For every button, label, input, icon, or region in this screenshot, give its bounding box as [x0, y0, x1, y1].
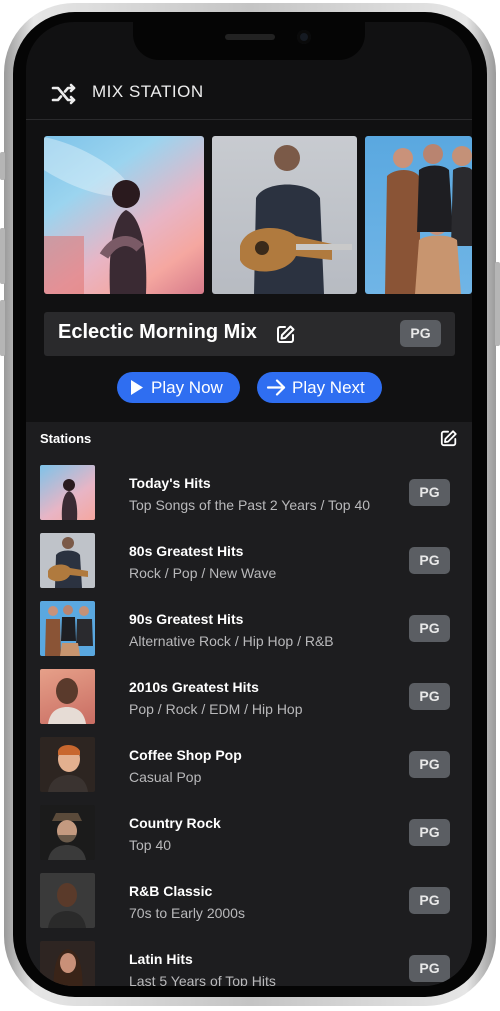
mix-title: Eclectic Morning Mix	[58, 321, 257, 343]
station-thumbnail	[40, 533, 95, 588]
artist-photo	[48, 883, 86, 928]
mix-title-bar: Eclectic Morning Mix PG	[44, 312, 455, 356]
station-name: R&B Classic	[129, 883, 213, 899]
station-row[interactable]: Country Rock Top 40 PG	[26, 805, 472, 873]
station-subtitle: Top 40	[129, 837, 172, 853]
album-art-2[interactable]	[212, 136, 357, 294]
artist-photo	[45, 605, 93, 656]
artist-photo	[44, 136, 147, 294]
station-name: Latin Hits	[129, 951, 193, 967]
station-row[interactable]: Latin Hits Last 5 Years of Top Hits PG	[26, 941, 472, 986]
station-name: 2010s Greatest Hits	[129, 679, 259, 695]
rating-badge: PG	[409, 683, 450, 710]
stations-heading: Stations	[40, 431, 92, 446]
station-name: Country Rock	[129, 815, 221, 831]
station-thumbnail	[40, 669, 95, 724]
arrow-right-icon	[266, 379, 286, 396]
artist-photo	[61, 479, 78, 520]
rating-badge: PG	[409, 615, 450, 642]
play-now-label: Play Now	[151, 378, 223, 397]
artist-photo	[48, 813, 86, 860]
play-icon	[131, 380, 143, 395]
app-title: MIX STATION	[92, 82, 204, 101]
artist-photo	[48, 537, 88, 588]
artist-photo	[385, 144, 472, 294]
play-now-button[interactable]: Play Now	[117, 372, 240, 403]
station-subtitle: Pop / Rock / EDM / Hip Hop	[129, 701, 303, 717]
volume-down-button	[0, 300, 5, 356]
station-thumbnail	[40, 873, 95, 928]
station-subtitle: Top Songs of the Past 2 Years / Top 40	[129, 497, 371, 513]
station-subtitle: Alternative Rock / Hip Hop / R&B	[129, 633, 334, 649]
edit-icon[interactable]	[440, 429, 458, 447]
app-header: MIX STATION	[26, 68, 472, 122]
station-thumbnail	[40, 941, 95, 986]
album-art-3[interactable]	[365, 136, 472, 294]
play-next-button[interactable]: Play Next	[257, 372, 382, 403]
artist-photo	[240, 145, 352, 294]
rating-badge: PG	[400, 320, 441, 347]
station-thumbnail	[40, 601, 95, 656]
rating-badge: PG	[409, 955, 450, 982]
mute-switch	[0, 152, 5, 180]
station-name: 80s Greatest Hits	[129, 543, 244, 559]
artist-photo	[48, 678, 86, 724]
rating-badge: PG	[409, 479, 450, 506]
station-row[interactable]: 90s Greatest Hits Alternative Rock / Hip…	[26, 601, 472, 669]
station-thumbnail	[40, 465, 95, 520]
notch	[133, 22, 365, 60]
play-next-label: Play Next	[292, 378, 365, 397]
station-row[interactable]: R&B Classic 70s to Early 2000s PG	[26, 873, 472, 941]
artist-photo	[48, 745, 88, 792]
front-camera	[297, 30, 311, 44]
rating-badge: PG	[409, 887, 450, 914]
station-subtitle: Casual Pop	[129, 769, 202, 785]
station-subtitle: Rock / Pop / New Wave	[129, 565, 277, 581]
station-row[interactable]: 2010s Greatest Hits Pop / Rock / EDM / H…	[26, 669, 472, 737]
header-divider	[26, 119, 472, 120]
station-thumbnail	[40, 737, 95, 792]
rating-badge: PG	[409, 819, 450, 846]
app-screen: MIX STATION Eclectic Morning Mix PG Play…	[26, 22, 472, 986]
station-name: Today's Hits	[129, 475, 211, 491]
album-art-1[interactable]	[44, 136, 204, 294]
station-name: 90s Greatest Hits	[129, 611, 244, 627]
volume-up-button	[0, 228, 5, 284]
station-row[interactable]: Coffee Shop Pop Casual Pop PG	[26, 737, 472, 805]
station-row[interactable]: Today's Hits Top Songs of the Past 2 Yea…	[26, 465, 472, 533]
station-subtitle: 70s to Early 2000s	[129, 905, 245, 921]
station-name: Coffee Shop Pop	[129, 747, 242, 763]
stations-panel: Stations Today's Hits Top Songs of the P…	[26, 422, 472, 986]
station-row[interactable]: 80s Greatest Hits Rock / Pop / New Wave …	[26, 533, 472, 601]
station-subtitle: Last 5 Years of Top Hits	[129, 973, 276, 986]
rating-badge: PG	[409, 547, 450, 574]
artist-photo	[53, 949, 83, 986]
power-button	[495, 262, 500, 346]
rating-badge: PG	[409, 751, 450, 778]
station-thumbnail	[40, 805, 95, 860]
edit-icon[interactable]	[276, 324, 296, 344]
shuffle-icon[interactable]	[50, 80, 78, 108]
speaker	[225, 34, 275, 40]
